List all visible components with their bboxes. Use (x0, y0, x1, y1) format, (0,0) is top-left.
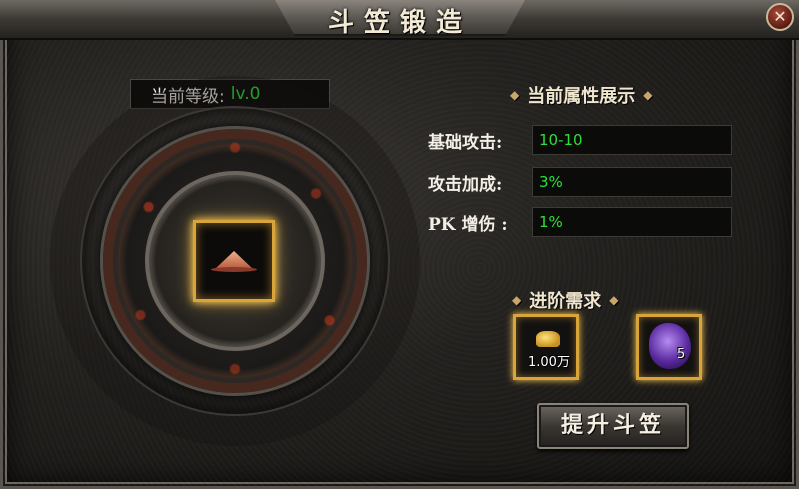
upgrade-button[interactable]: 提升斗笠 (537, 403, 689, 449)
requirement-slot-gem[interactable]: 5 (636, 314, 702, 380)
ornament-icon: ◆ (609, 293, 619, 307)
requirements-title: 进阶需求 (529, 291, 602, 312)
attributes-heading: ◆ 当前属性展示 ◆ (510, 82, 652, 108)
attribute-value: 3% (532, 167, 732, 197)
attribute-label: 基础攻击: (428, 132, 503, 153)
ornament-icon: ◆ (643, 88, 653, 102)
attributes-title: 当前属性展示 (527, 86, 636, 107)
level-label: 当前等级: (151, 86, 225, 107)
attribute-row: PK 增伤 : 1% (428, 207, 738, 237)
requirements-heading: ◆ 进阶需求 ◆ (512, 287, 618, 313)
gold-coins-icon (536, 331, 560, 347)
requirement-slot-gold[interactable]: 1.00万 (513, 314, 579, 380)
ornament-icon: ◆ (510, 88, 520, 102)
attribute-row: 基础攻击: 10-10 (428, 125, 738, 155)
window-title: 斗笠锻造 (327, 8, 472, 38)
attribute-label: PK 增伤 : (428, 214, 508, 235)
level-value: lv.0 (230, 84, 261, 104)
hat-brim (211, 267, 257, 272)
attribute-row: 攻击加成: 3% (428, 167, 738, 197)
attribute-label: 攻击加成: (428, 174, 503, 195)
ornament-icon: ◆ (512, 293, 522, 307)
attribute-value: 10-10 (532, 125, 732, 155)
purple-gem-icon (649, 323, 691, 369)
close-button[interactable]: ✕ (766, 3, 794, 31)
requirement-count: 1.00万 (528, 355, 570, 370)
level-display: 当前等级: lv.0 (130, 79, 330, 109)
equipment-slot[interactable] (193, 220, 275, 302)
attribute-value: 1% (532, 207, 732, 237)
requirement-count: 5 (677, 347, 686, 362)
